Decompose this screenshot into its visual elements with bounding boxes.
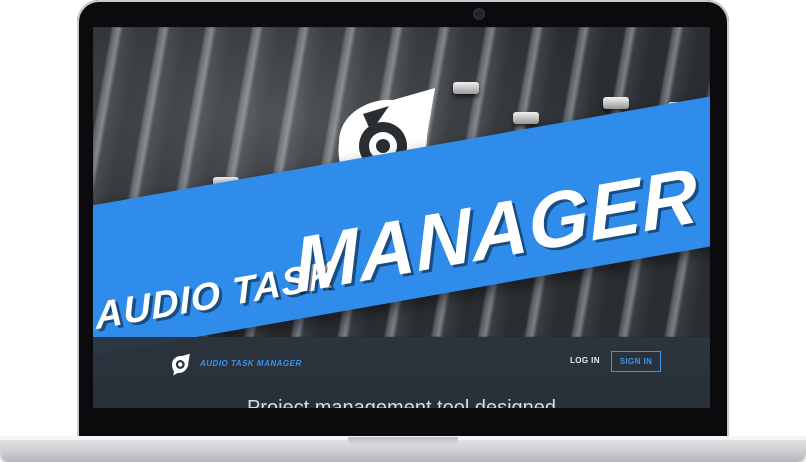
browser-screen: AUDIO TASK MANAGER AUDIO TASK MANAGER LO…: [93, 27, 710, 408]
hero-description: Project management tool designed: [246, 397, 557, 408]
login-link[interactable]: LOG IN: [570, 356, 600, 365]
laptop-base-notch: [348, 437, 458, 446]
camera-icon: [475, 10, 483, 18]
nav-logo-icon[interactable]: [170, 353, 192, 377]
signin-button[interactable]: SIGN IN: [611, 351, 661, 372]
top-navbar: AUDIO TASK MANAGER LOG IN SIGN IN Projec…: [93, 337, 710, 408]
nav-brand-name[interactable]: AUDIO TASK MANAGER: [200, 359, 302, 368]
